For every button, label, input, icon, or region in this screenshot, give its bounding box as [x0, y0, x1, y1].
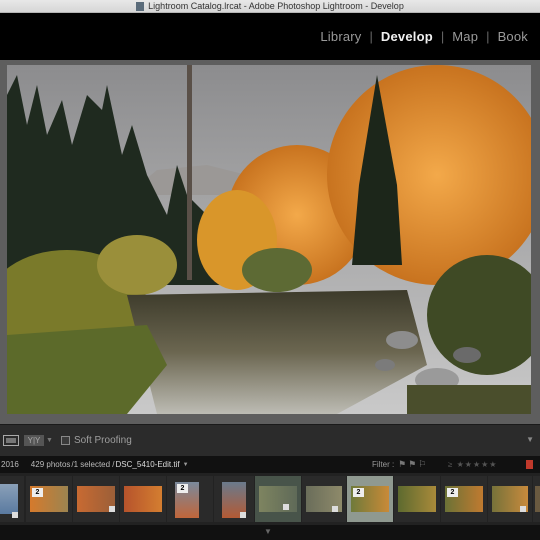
chevron-down-icon[interactable]: ▼ — [46, 437, 53, 444]
module-picker: Library | Develop | Map | Book — [0, 13, 540, 60]
module-develop[interactable]: Develop — [373, 29, 441, 44]
document-icon — [136, 1, 145, 11]
edit-badge-icon — [12, 512, 18, 518]
loupe-view-button[interactable] — [3, 435, 19, 446]
filmstrip-thumbnail[interactable]: 2 — [167, 476, 213, 522]
source-label[interactable]: 2016 — [1, 460, 19, 469]
filmstrip-thumbnail[interactable] — [488, 476, 532, 522]
selected-count: /1 selected / — [71, 460, 115, 469]
thumbnail-image — [0, 484, 18, 514]
filmstrip-thumbnail[interactable]: 2 — [26, 476, 72, 522]
photo-count: 429 photos — [30, 460, 71, 469]
stack-count-badge: 2 — [447, 488, 458, 497]
module-book[interactable]: Book — [490, 29, 536, 44]
filmstrip-thumbnail[interactable]: 2 — [441, 476, 487, 522]
photo-image — [7, 65, 531, 414]
soft-proofing-label: Soft Proofing — [73, 435, 132, 446]
filmstrip-thumbnail[interactable] — [255, 476, 301, 522]
filmstrip-thumbnail[interactable] — [533, 476, 540, 522]
filmstrip-header: 2016 429 photos /1 selected / DSC_5410-E… — [0, 456, 540, 473]
stack-count-badge: 2 — [32, 488, 43, 497]
filmstrip-thumbnail[interactable] — [73, 476, 119, 522]
filmstrip-thumbnail[interactable] — [214, 476, 254, 522]
stack-count-badge: 2 — [353, 488, 364, 497]
filmstrip-bottom-bar: ▼ — [0, 525, 540, 540]
star-rating-filter[interactable]: ≥ ★★★★★ — [448, 460, 497, 469]
thumbnail-image — [398, 486, 436, 512]
develop-toolbar: Y|Y ▼ Soft Proofing ▼ — [0, 424, 540, 456]
filmstrip-thumbnail[interactable] — [394, 476, 440, 522]
edit-badge-icon — [109, 506, 115, 512]
chevron-down-icon[interactable]: ▼ — [183, 462, 189, 468]
window-titlebar: Lightroom Catalog.lrcat - Adobe Photosho… — [0, 0, 540, 13]
filmstrip-thumbnail[interactable] — [120, 476, 166, 522]
flag-filter-icons[interactable]: ⚑⚑⚐ — [398, 459, 428, 470]
edit-badge-icon — [283, 504, 289, 510]
color-label-filter[interactable] — [526, 460, 533, 469]
filmstrip-thumbnail[interactable] — [0, 476, 24, 522]
module-library[interactable]: Library — [312, 29, 369, 44]
before-after-button[interactable]: Y|Y — [24, 435, 44, 446]
soft-proofing-checkbox[interactable] — [60, 436, 70, 445]
thumbnail-image — [259, 486, 297, 512]
edit-badge-icon — [240, 512, 246, 518]
main-photo[interactable] — [7, 65, 531, 414]
selected-filename[interactable]: DSC_5410-Edit.tif — [116, 460, 180, 469]
filmstrip-toggle-icon[interactable]: ▼ — [264, 527, 272, 536]
toolbar-options-icon[interactable]: ▼ — [526, 435, 534, 444]
thumbnail-image — [124, 486, 162, 512]
filmstrip-thumbnail-active[interactable]: 2 — [347, 476, 393, 522]
filmstrip-thumbnail[interactable] — [302, 476, 346, 522]
module-map[interactable]: Map — [444, 29, 486, 44]
window-title: Lightroom Catalog.lrcat - Adobe Photosho… — [148, 1, 404, 11]
edit-badge-icon — [520, 506, 526, 512]
stack-count-badge: 2 — [177, 484, 188, 493]
thumbnail-image — [535, 486, 540, 512]
edit-badge-icon — [332, 506, 338, 512]
filmstrip: 2 2 2 2 — [0, 473, 540, 525]
develop-main-view — [0, 60, 540, 424]
filter-label: Filter : — [372, 460, 395, 469]
